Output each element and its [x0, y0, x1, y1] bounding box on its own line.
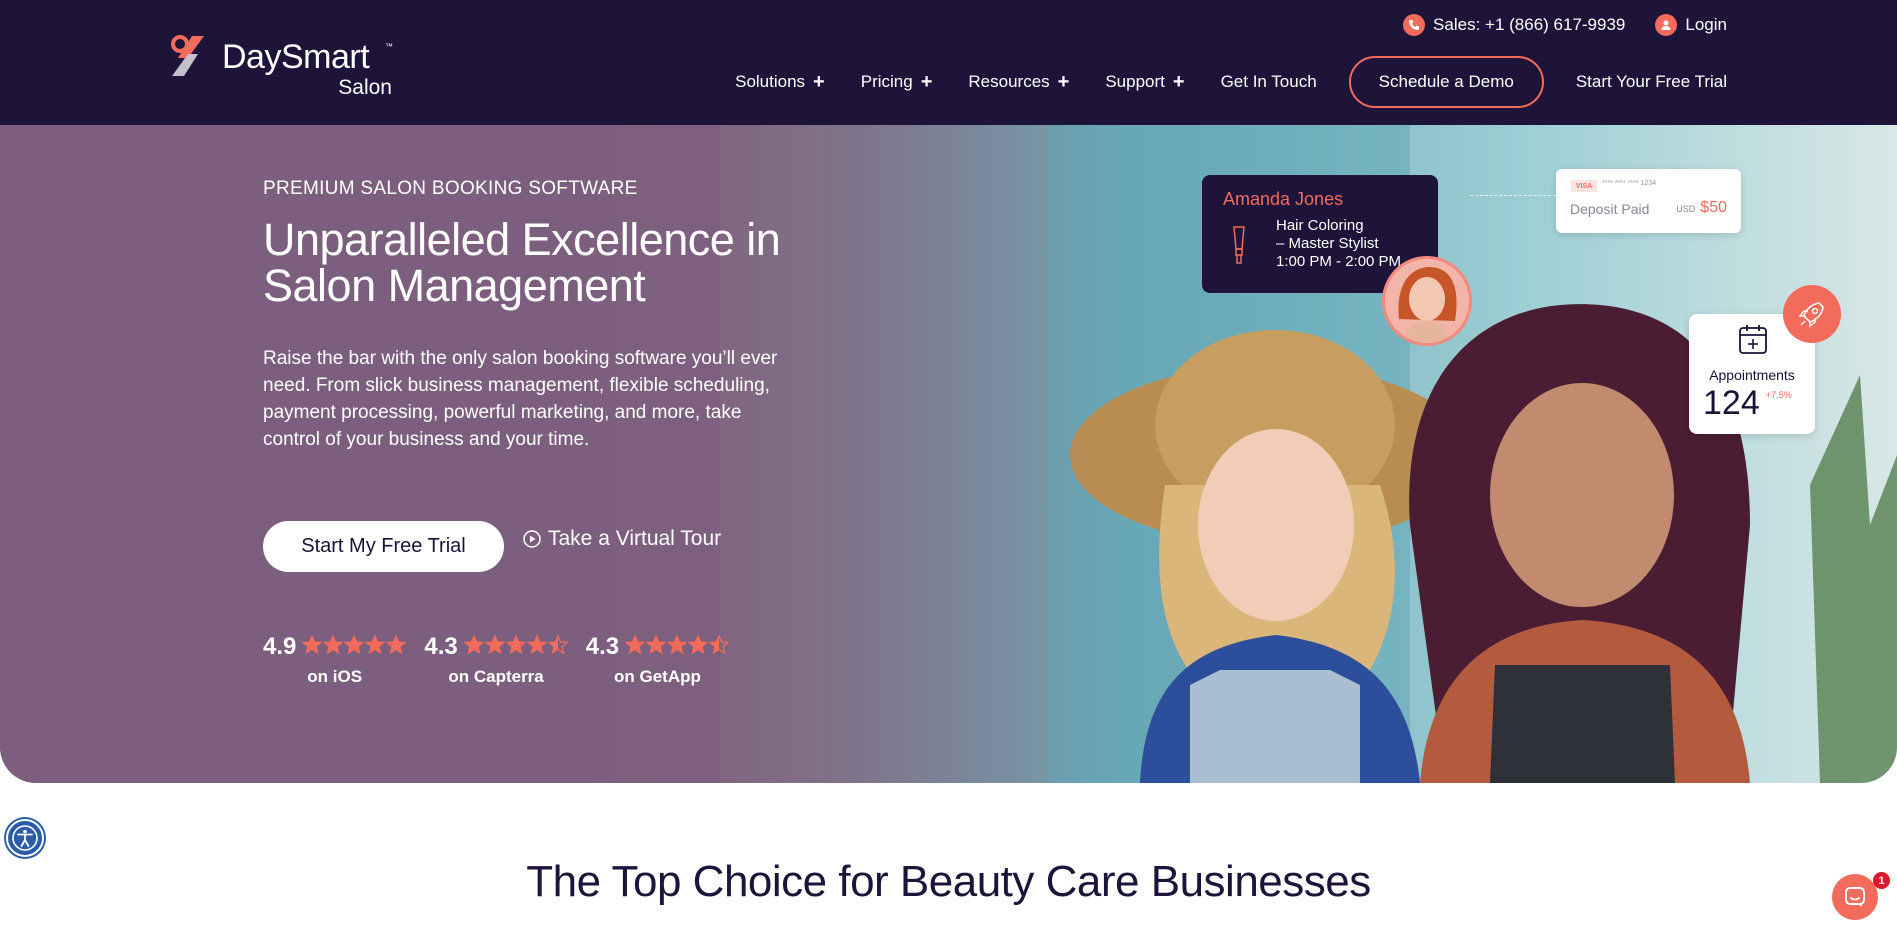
star-icon — [484, 633, 506, 660]
menu-resources-label: Resources — [968, 72, 1050, 91]
hero-headline: Unparalleled Excellence in Salon Managem… — [263, 214, 781, 311]
rating-capterra: 4.3 on Capterra — [424, 633, 569, 687]
login-text: Login — [1685, 15, 1727, 34]
rating-source: on GetApp — [613, 667, 701, 686]
sales-phone-link[interactable]: Sales: +1 (866) 617-9939 — [1403, 14, 1625, 36]
menu-support[interactable]: Support + — [1105, 72, 1184, 92]
plus-icon: + — [813, 71, 825, 93]
schedule-demo-button[interactable]: Schedule a Demo — [1348, 56, 1544, 108]
currency: USD — [1676, 204, 1696, 214]
star-icon — [505, 633, 527, 660]
appointments-delta: +7.5% — [1766, 390, 1792, 400]
menu-solutions-label: Solutions — [735, 72, 806, 91]
star-icon — [687, 633, 709, 660]
service-name: Hair Coloring — [1276, 217, 1364, 234]
play-circle-icon — [523, 530, 541, 548]
rating-score: 4.9 — [263, 633, 297, 660]
star-icon — [364, 633, 386, 660]
rating-score: 4.3 — [424, 633, 458, 660]
phone-icon — [1403, 14, 1426, 36]
accessibility-button[interactable] — [6, 819, 44, 857]
star-icon — [645, 633, 667, 660]
star-icon — [624, 633, 646, 660]
accessibility-icon — [12, 825, 38, 851]
rocket-icon — [1783, 285, 1841, 343]
star-rating-icon — [301, 633, 407, 660]
brand-name: DaySmart — [222, 38, 370, 76]
connector-line — [1470, 195, 1556, 196]
star-rating-icon — [463, 633, 569, 660]
chat-notification-badge: 1 — [1873, 872, 1890, 889]
star-icon — [526, 633, 548, 660]
brand-subtitle: Salon — [338, 76, 392, 99]
trademark: ™ — [385, 42, 393, 51]
sales-phone-text: Sales: +1 (866) 617-9939 — [1433, 15, 1626, 34]
daysmart-logo[interactable]: DaySmart ™ Salon — [168, 34, 393, 99]
logo-mark-icon — [168, 34, 208, 78]
star-icon — [385, 633, 407, 660]
plus-icon: + — [1172, 71, 1185, 93]
login-link[interactable]: Login — [1655, 14, 1727, 36]
client-avatar — [1382, 256, 1472, 346]
plus-icon: + — [920, 71, 933, 93]
appointment-time: 1:00 PM - 2:00 PM — [1276, 253, 1402, 270]
section-title: The Top Choice for Beauty Care Businesse… — [526, 857, 1371, 906]
start-free-trial-link[interactable]: Start Your Free Trial — [1576, 72, 1727, 92]
client-name: Amanda Jones — [1223, 189, 1344, 209]
payment-card: VISA **** **** **** 1234 Deposit Paid US… — [1556, 169, 1741, 233]
rating-source: on Capterra — [448, 667, 544, 686]
hair-dye-tube-icon — [1233, 226, 1245, 264]
star-icon — [343, 633, 365, 660]
main-menu: Solutions + Pricing + Resources + Support + … — [699, 56, 1727, 108]
virtual-tour-link[interactable]: Take a Virtual Tour — [523, 527, 721, 551]
hero-lead: Raise the bar with the only salon bookin… — [263, 348, 778, 450]
chat-icon — [1845, 887, 1865, 907]
visa-card-icon: VISA — [1571, 180, 1597, 192]
star-icon — [547, 633, 569, 660]
rating-getapp: 4.3 on GetApp — [585, 633, 730, 687]
ratings-row: 4.9 on iOS 4.3 on Capterra 4.3 on GetApp — [263, 633, 730, 687]
menu-solutions[interactable]: Solutions + — [735, 72, 825, 92]
utility-links: Sales: +1 (866) 617-9939 Login — [1403, 14, 1727, 36]
star-rating-icon — [624, 633, 730, 660]
start-my-free-trial-button[interactable]: Start My Free Trial — [263, 521, 504, 572]
calendar-icon — [1739, 325, 1767, 354]
user-icon — [1655, 14, 1678, 36]
menu-resources[interactable]: Resources + — [968, 72, 1069, 92]
deposit-label: Deposit Paid — [1570, 201, 1650, 217]
top-navigation: DaySmart ™ Salon Sales: +1 (866) 617-993… — [0, 0, 1897, 125]
menu-pricing[interactable]: Pricing + — [861, 72, 933, 92]
menu-support-label: Support — [1105, 72, 1165, 91]
star-icon — [666, 633, 688, 660]
star-icon — [463, 633, 485, 660]
star-icon — [301, 633, 323, 660]
plus-icon: + — [1057, 71, 1070, 93]
rating-ios: 4.9 on iOS — [263, 633, 407, 687]
deposit-amount: $50 — [1700, 199, 1727, 216]
rating-source: on iOS — [307, 667, 363, 686]
star-icon — [708, 633, 730, 660]
appointments-label: Appointments — [1709, 367, 1795, 383]
chat-launcher-button[interactable] — [1832, 874, 1878, 920]
menu-pricing-label: Pricing — [860, 72, 913, 91]
appointments-count: 124 — [1703, 384, 1760, 422]
service-stylist: – Master Stylist — [1276, 235, 1379, 252]
virtual-tour-label: Take a Virtual Tour — [548, 527, 722, 550]
hero-section: PREMIUM SALON BOOKING SOFTWARE Unparalle… — [0, 125, 1897, 783]
hero-eyebrow: PREMIUM SALON BOOKING SOFTWARE — [263, 178, 638, 199]
star-icon — [322, 633, 344, 660]
rating-score: 4.3 — [585, 633, 620, 660]
menu-get-in-touch[interactable]: Get In Touch — [1221, 72, 1317, 92]
card-number: **** **** **** 1234 — [1602, 180, 1657, 187]
